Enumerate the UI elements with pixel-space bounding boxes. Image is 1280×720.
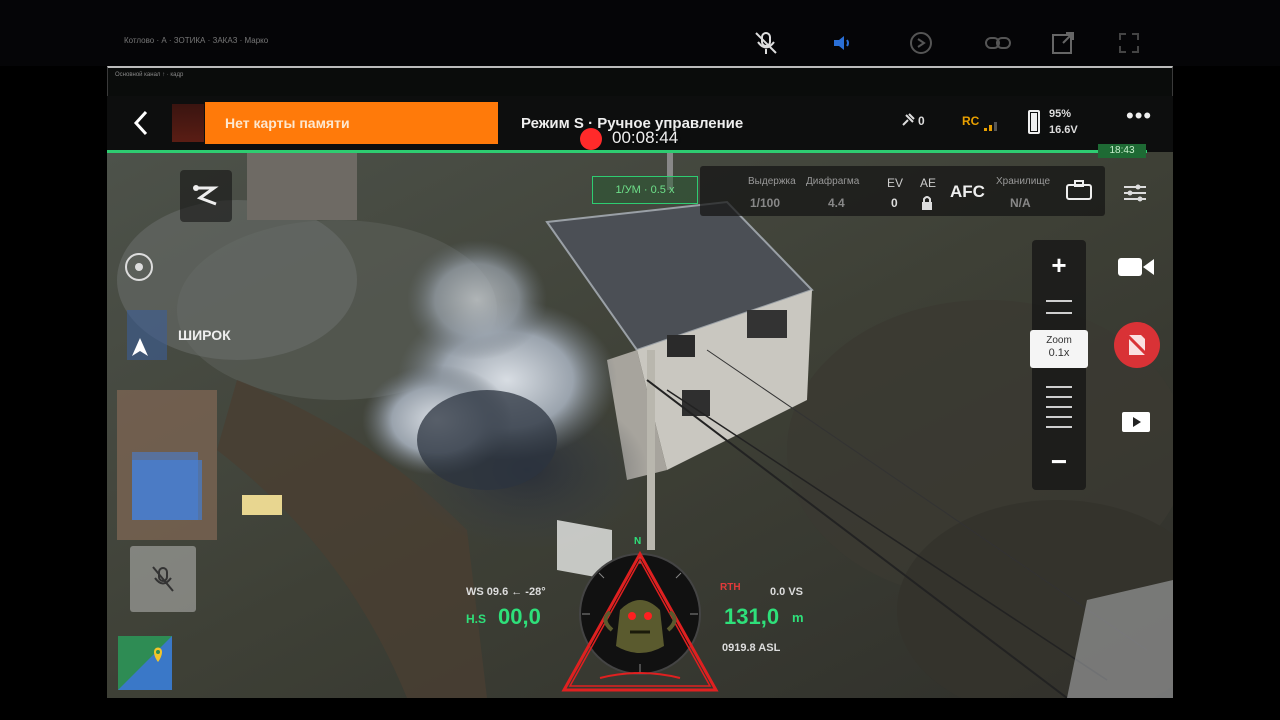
more-menu-button[interactable]: ••• — [1126, 105, 1152, 136]
zoom-tick — [1046, 426, 1072, 428]
satellite-icon — [900, 112, 916, 133]
minimap-tile[interactable] — [132, 452, 198, 520]
zoom-tick — [1046, 386, 1072, 388]
satellite-count: 0 — [918, 114, 925, 128]
outer-toolbar — [0, 0, 1280, 66]
zoom-tick — [1046, 396, 1072, 398]
mic-mute-button[interactable] — [130, 546, 196, 612]
zoom-tick — [1046, 312, 1072, 314]
clock-icon[interactable] — [906, 28, 936, 58]
zoom-out-button[interactable]: − — [1032, 446, 1086, 478]
altitude-unit: m — [792, 610, 804, 625]
zoom-label: Zoom — [1046, 335, 1072, 346]
no-memory-card-warning[interactable]: Нет карты памяти — [205, 102, 498, 144]
frame-caption: Основной канал ↑ · кадр — [115, 72, 184, 78]
zoom-in-button[interactable]: + — [1032, 250, 1086, 281]
vertical-speed-readout: 0.0 VS — [770, 586, 804, 598]
aperture-label: Диафрагма — [806, 176, 860, 187]
altitude-value: 131,0 — [724, 604, 780, 629]
camera-lens-label[interactable]: ШИРОК — [178, 327, 231, 343]
rc-signal-icon — [984, 118, 998, 136]
asl-readout: 0919.8 ASL — [722, 642, 781, 654]
signal-progress-bar — [107, 150, 1147, 153]
link-icon[interactable] — [983, 28, 1013, 58]
record-button[interactable] — [1114, 322, 1160, 368]
storage-value: N/A — [1010, 196, 1031, 210]
compass-north-label: N — [634, 536, 642, 547]
aperture-value: 4.4 — [828, 196, 845, 210]
shutter-value: 1/100 — [750, 196, 781, 210]
unit-emblem-logo — [560, 550, 720, 701]
storage-label: Хранилище — [996, 176, 1050, 187]
ae-label: AE — [920, 176, 937, 190]
gimbal-icon[interactable] — [122, 250, 156, 289]
zoom-value: 0.1x — [1048, 347, 1070, 359]
zoom-tick — [1046, 416, 1072, 418]
battery-voltage: 16.6V — [1049, 124, 1078, 136]
battery-percent: 95% — [1049, 108, 1072, 120]
zoom-tick — [1046, 406, 1072, 408]
ev-value: 0 — [891, 196, 898, 210]
ev-label: EV — [887, 176, 904, 190]
zoom-tick — [1046, 300, 1072, 302]
record-time: 00:08:44 — [612, 128, 679, 147]
video-mode-icon[interactable] — [1116, 252, 1156, 282]
camera-case-icon[interactable] — [1066, 180, 1092, 205]
map-icon[interactable] — [118, 636, 172, 690]
zoom-value-box[interactable]: Zoom 0.1x — [1030, 330, 1088, 368]
back-button[interactable] — [128, 108, 154, 138]
afc-button[interactable]: AFC — [950, 182, 985, 202]
focus-mode-badge[interactable]: 1/УМ · 0.5 x — [592, 176, 698, 204]
playback-icon[interactable] — [1118, 408, 1154, 436]
flight-route-icon[interactable] — [180, 170, 232, 222]
wind-speed-readout: WS 09.6 ← -28° — [466, 586, 546, 598]
record-indicator-icon — [580, 128, 602, 150]
rth-label: RTH — [720, 582, 741, 593]
horizontal-speed-value: 00,0 — [498, 604, 541, 629]
camera-thumbnail[interactable] — [172, 104, 204, 142]
speaker-icon[interactable] — [827, 28, 857, 58]
ae-lock-icon[interactable] — [921, 196, 933, 215]
rc-signal-label: RC — [962, 114, 980, 128]
aircraft-direction-icon — [128, 336, 152, 365]
time-badge: 18:43 — [1098, 144, 1146, 158]
shutter-label: Выдержка — [748, 176, 796, 187]
outer-title: Котлово · А · ЗОТИКА · ЗАКАЗ · Марко — [124, 36, 269, 45]
fullscreen-icon[interactable] — [1114, 28, 1144, 58]
battery-level-fill — [1031, 113, 1037, 131]
open-external-icon[interactable] — [1048, 28, 1078, 58]
mic-off-icon[interactable] — [751, 28, 781, 58]
horizontal-speed-label: H.S — [466, 612, 487, 626]
camera-settings-icon[interactable] — [1120, 178, 1150, 208]
